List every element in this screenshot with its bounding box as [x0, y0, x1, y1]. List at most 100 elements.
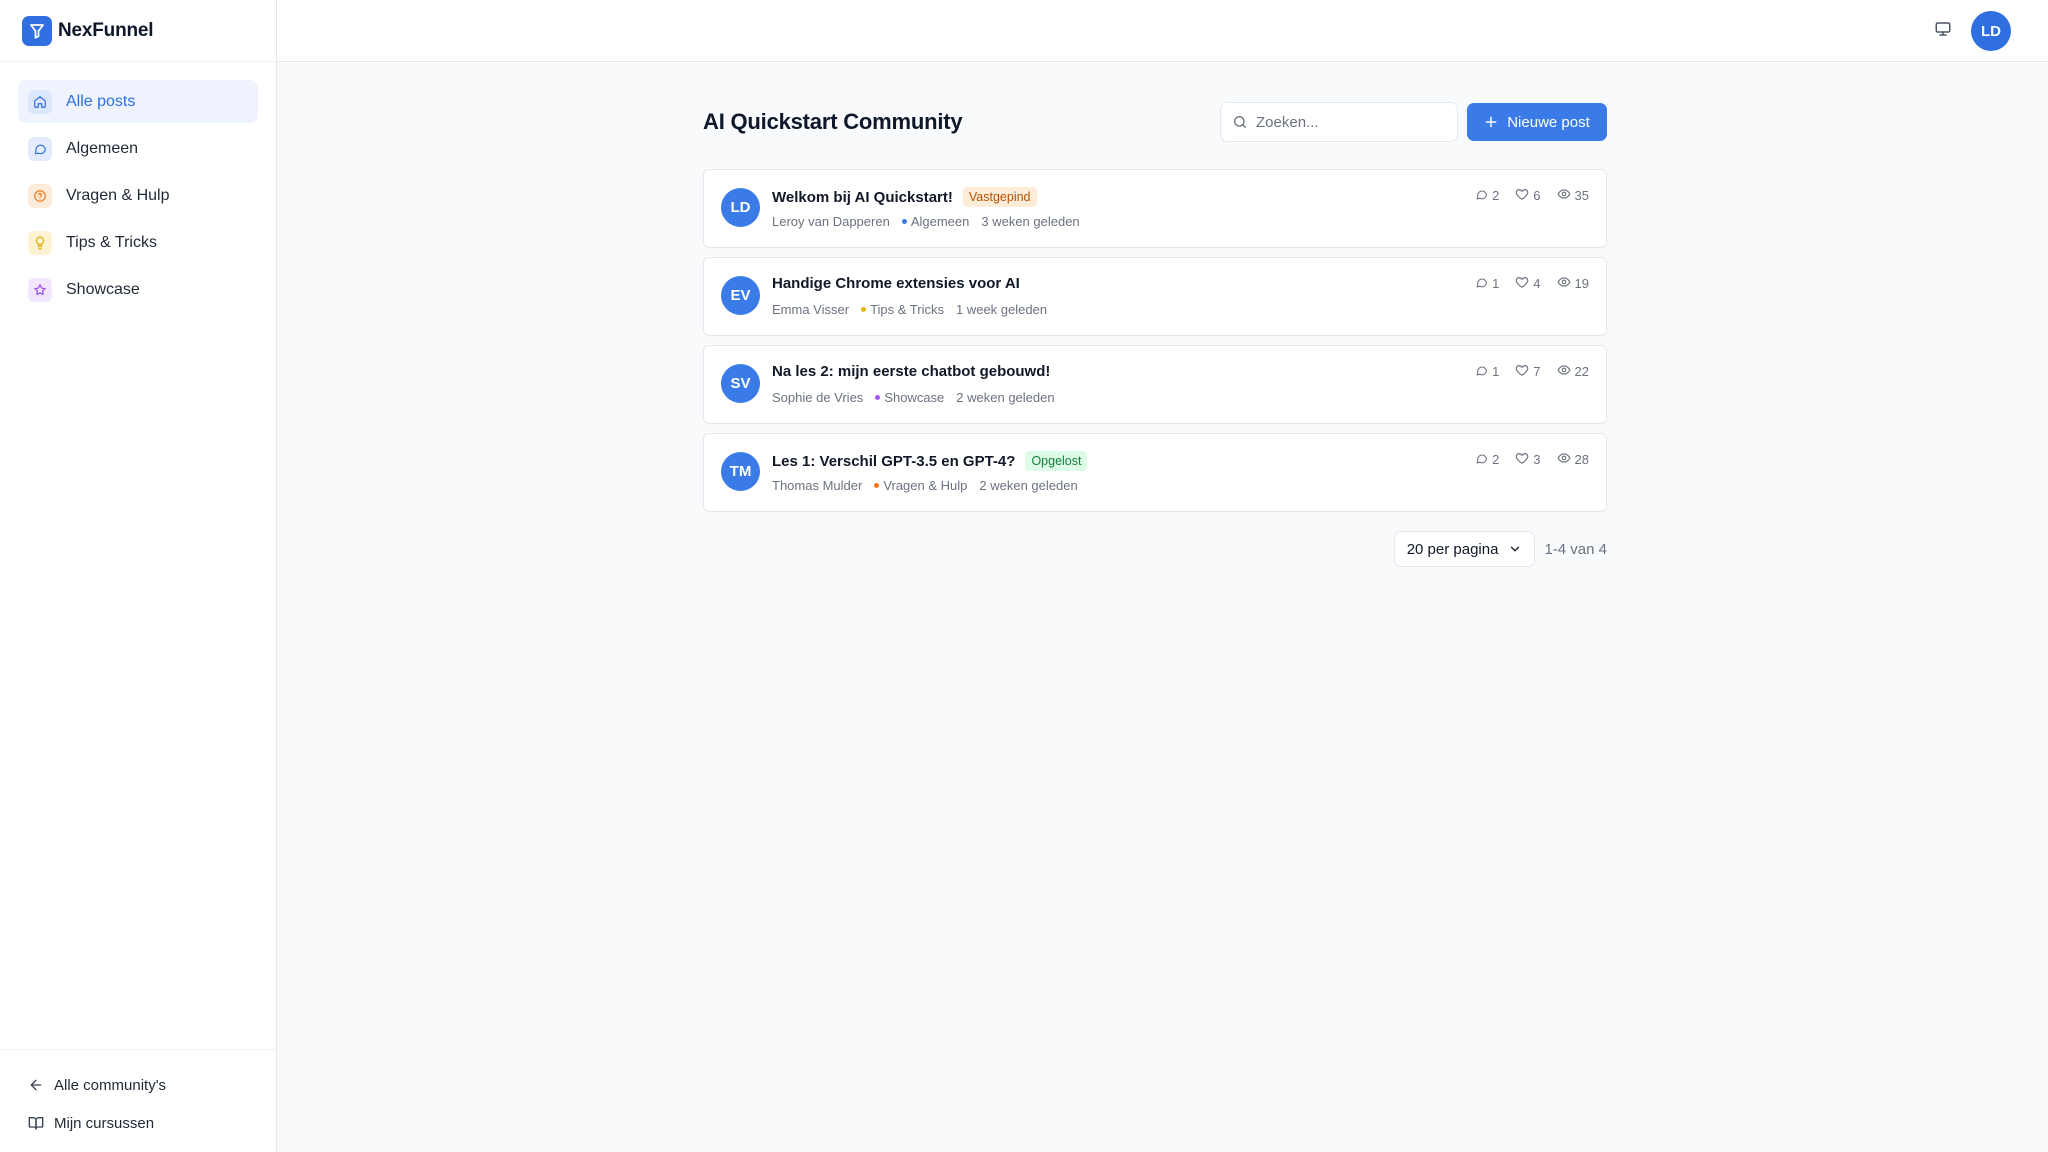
post-title-text: Handige Chrome extensies voor AI	[772, 275, 1020, 292]
sidebar-item-vragen-hulp[interactable]: Vragen & Hulp	[18, 174, 258, 217]
post-meta: Leroy van Dapperen Algemeen 3 weken gelede…	[772, 214, 1080, 229]
post-time: 2 weken geleden	[979, 478, 1078, 493]
like-count-value: 3	[1533, 452, 1541, 467]
category-dot	[875, 395, 881, 400]
help-circle-icon	[28, 183, 52, 208]
view-count: 35	[1557, 187, 1589, 204]
all-communities-link[interactable]: Alle community's	[28, 1066, 276, 1104]
my-courses-link[interactable]: Mijn cursussen	[28, 1104, 276, 1142]
sidebar-item-label: Algemeen	[66, 139, 139, 157]
eye-icon	[1557, 187, 1575, 204]
page-title: AI Quickstart Community	[703, 109, 963, 134]
post-category[interactable]: Vragen & Hulp	[883, 478, 967, 493]
post-title-text: Welkom bij AI Quickstart!	[772, 188, 953, 206]
home-icon	[28, 89, 52, 114]
book-open-icon	[28, 1117, 44, 1130]
like-count[interactable]: 6	[1515, 187, 1541, 204]
post-card[interactable]: SV Na les 2: mijn eerste chatbot gebouwd!…	[703, 345, 1607, 424]
post-title-text: Na les 2: mijn eerste chatbot gebouwd!	[772, 363, 1051, 380]
comment-count-value: 2	[1492, 452, 1500, 467]
post-card[interactable]: TM Les 1: Verschil GPT-3.5 en GPT-4? Opgel…	[703, 433, 1607, 512]
view-count-value: 35	[1574, 188, 1589, 203]
my-courses-label: Mijn cursussen	[54, 1114, 155, 1132]
comment-count: 1	[1475, 276, 1499, 292]
sidebar-item-algemeen[interactable]: Algemeen	[18, 127, 258, 170]
new-post-button[interactable]: Nieuwe post	[1467, 103, 1607, 141]
logo[interactable]: NexFunnel	[0, 0, 276, 62]
post-author: Sophie de Vries	[772, 390, 864, 405]
per-page-select[interactable]: 20 per pagina	[1393, 531, 1536, 567]
like-count-value: 7	[1533, 364, 1541, 379]
arrow-left-icon	[30, 1079, 42, 1091]
sidebar-item-label: Showcase	[66, 280, 140, 298]
post-list: LD Welkom bij AI Quickstart! Vastgepind Ler…	[703, 169, 1607, 512]
view-count: 19	[1557, 275, 1589, 292]
category-dot	[861, 307, 867, 312]
star-icon	[28, 277, 52, 302]
lightbulb-icon	[28, 230, 52, 255]
comment-count: 2	[1475, 188, 1499, 204]
eye-icon	[1557, 451, 1575, 468]
post-meta: Emma Visser Tips & Tricks 1 week geleden	[772, 302, 1047, 317]
view-count-value: 22	[1574, 364, 1589, 379]
post-title[interactable]: Welkom bij AI Quickstart! Vastgepind	[772, 187, 1037, 207]
new-post-label: Nieuwe post	[1507, 113, 1590, 131]
pagination: 20 per pagina 1-4 van 4	[703, 531, 1607, 567]
eye-icon	[1557, 363, 1575, 380]
view-count: 22	[1557, 363, 1589, 380]
comment-count: 1	[1475, 364, 1499, 380]
comment-icon	[1475, 452, 1492, 468]
per-page-label: 20 per pagina	[1406, 540, 1499, 558]
eye-icon	[1557, 275, 1575, 292]
category-dot	[874, 483, 880, 488]
comment-icon	[1475, 364, 1492, 380]
post-author: Emma Visser	[772, 302, 850, 317]
pagination-range: 1-4 van 4	[1544, 540, 1607, 558]
post-title[interactable]: Handige Chrome extensies voor AI	[772, 275, 1020, 292]
app-name: NexFunnel	[58, 19, 154, 41]
sidebar-footer: Alle community's Mijn cursussen	[0, 1049, 276, 1152]
like-count[interactable]: 7	[1515, 363, 1541, 380]
post-time: 2 weken geleden	[956, 390, 1055, 405]
sidebar: NexFunnel Alle posts Algemeen Vragen & H…	[0, 0, 277, 1152]
like-count[interactable]: 4	[1515, 275, 1541, 292]
plus-icon	[1485, 116, 1497, 128]
post-author: Thomas Mulder	[772, 478, 863, 493]
comment-icon	[1475, 276, 1492, 292]
sidebar-item-showcase[interactable]: Showcase	[18, 268, 258, 311]
sidebar-item-alle-posts[interactable]: Alle posts	[18, 80, 258, 123]
post-title[interactable]: Na les 2: mijn eerste chatbot gebouwd!	[772, 363, 1050, 380]
status-badge: Opgelost	[1025, 451, 1088, 471]
search-input[interactable]	[1256, 113, 1436, 131]
sidebar-item-tips-tricks[interactable]: Tips & Tricks	[18, 221, 258, 264]
post-card[interactable]: EV Handige Chrome extensies voor AI Emma V…	[703, 257, 1607, 336]
post-category[interactable]: Algemeen	[911, 214, 970, 229]
sidebar-item-label: Vragen & Hulp	[66, 186, 170, 204]
search-box	[1220, 102, 1458, 142]
post-stats: 2 3 28	[1459, 451, 1589, 468]
topbar: LD	[277, 0, 2048, 62]
post-meta: Thomas Mulder Vragen & Hulp 2 weken gelede…	[772, 478, 1078, 493]
post-category[interactable]: Showcase	[884, 390, 944, 405]
heart-icon	[1515, 363, 1533, 380]
post-time: 3 weken geleden	[981, 214, 1080, 229]
main-content: AI Quickstart Community Nieuwe post LD We…	[703, 102, 1607, 567]
post-author: Leroy van Dapperen	[772, 214, 890, 229]
comment-count-value: 1	[1492, 276, 1500, 291]
comment-icon	[1475, 188, 1492, 204]
post-category[interactable]: Tips & Tricks	[870, 302, 944, 317]
all-communities-label: Alle community's	[54, 1076, 167, 1094]
post-title[interactable]: Les 1: Verschil GPT-3.5 en GPT-4? Opgelos…	[772, 451, 1088, 471]
post-title-text: Les 1: Verschil GPT-3.5 en GPT-4?	[772, 452, 1016, 470]
post-stats: 2 6 35	[1459, 187, 1589, 204]
post-card[interactable]: LD Welkom bij AI Quickstart! Vastgepind Ler…	[703, 169, 1607, 248]
like-count[interactable]: 3	[1515, 451, 1541, 468]
post-stats: 1 4 19	[1459, 275, 1589, 292]
comment-count-value: 1	[1492, 364, 1500, 379]
category-dot	[901, 219, 907, 224]
status-badge: Vastgepind	[962, 187, 1037, 207]
comment-count-value: 2	[1492, 188, 1500, 203]
monitor-icon[interactable]	[1934, 20, 1956, 42]
user-avatar[interactable]: LD	[1971, 11, 2011, 51]
message-circle-icon	[28, 136, 52, 161]
